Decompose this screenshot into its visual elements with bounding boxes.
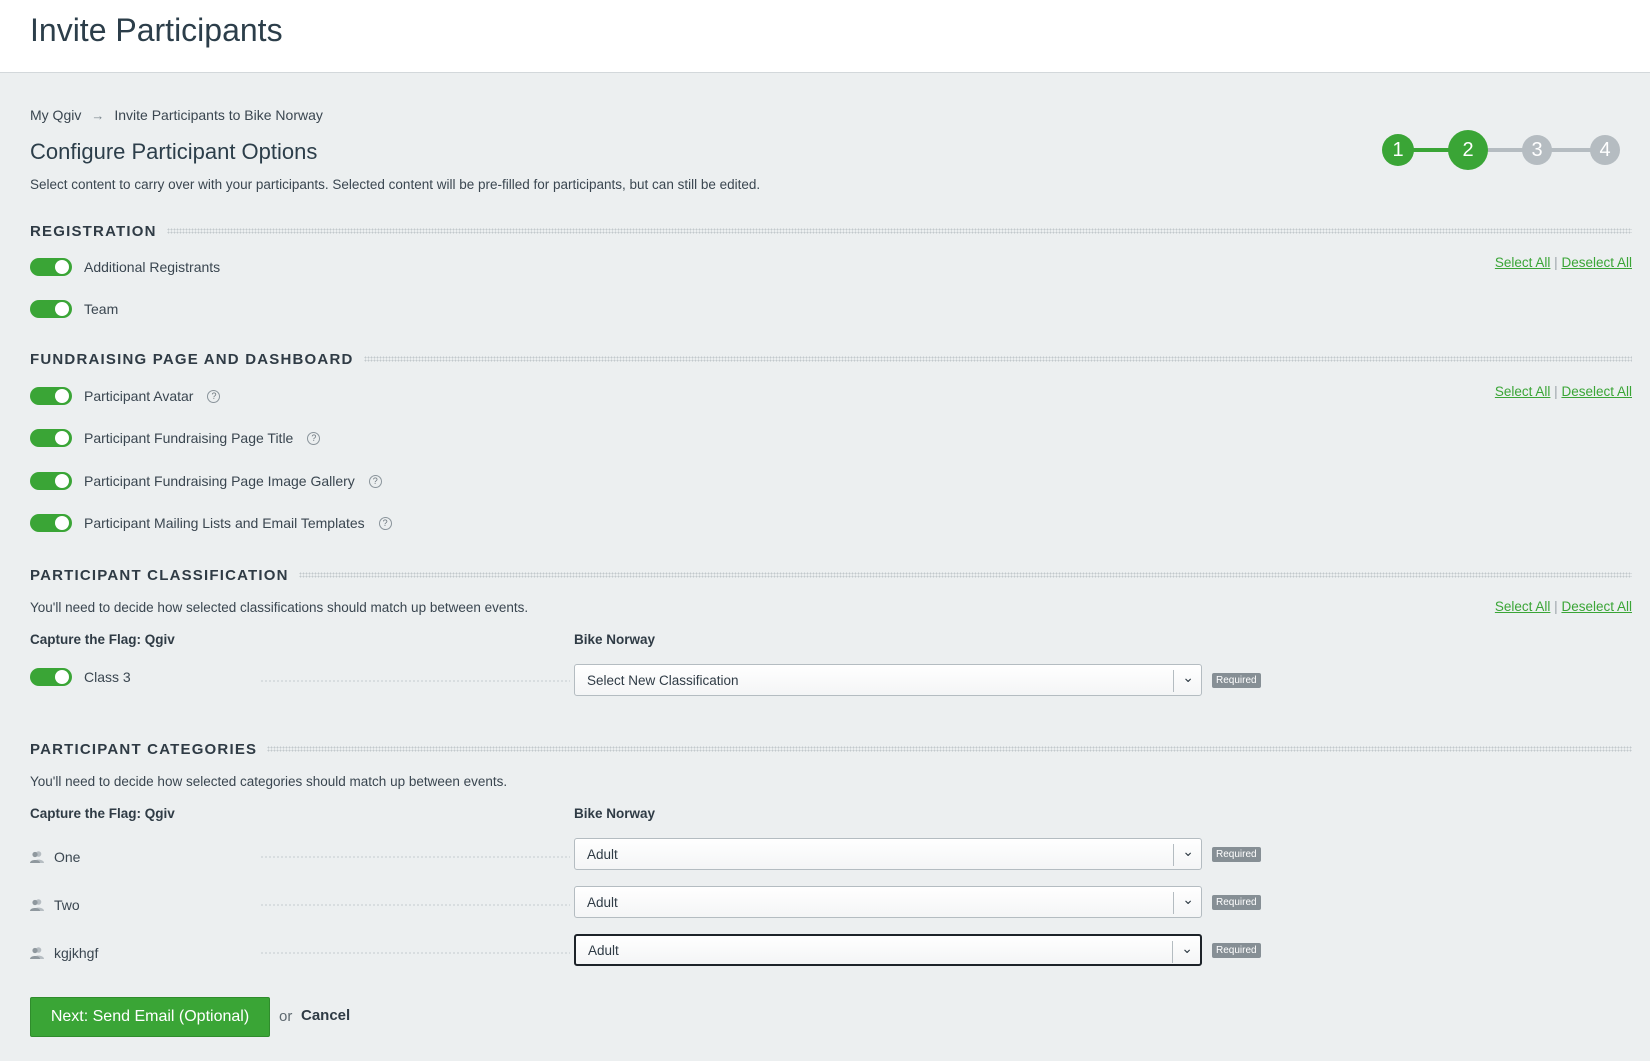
cancel-link[interactable]: Cancel <box>301 1007 350 1024</box>
section-divider <box>363 356 1632 362</box>
registration-header: REGISTRATION <box>30 221 1632 241</box>
category-row: kgjkhgf <box>30 945 98 961</box>
breadcrumb-current: Invite Participants to Bike Norway <box>114 107 323 123</box>
chevron-down-icon: ⌄ <box>1182 891 1194 907</box>
step-1: 1 <box>1382 134 1414 166</box>
toggle-label: Class 3 <box>84 669 131 685</box>
required-badge: Required <box>1212 673 1261 688</box>
toggle-class-3[interactable] <box>30 668 72 686</box>
row-connector <box>260 680 570 682</box>
categories-header: PARTICIPANT CATEGORIES <box>30 739 1632 759</box>
select-all-link[interactable]: Select All <box>1495 255 1551 270</box>
select-value: Adult <box>587 846 618 862</box>
breadcrumb-home-link[interactable]: My Qgiv <box>30 107 81 123</box>
section-divider <box>267 746 1632 752</box>
category-row: One <box>30 849 80 865</box>
select-all-link[interactable]: Select All <box>1495 599 1551 614</box>
step-4: 4 <box>1590 135 1620 165</box>
page-title: Invite Participants <box>30 12 283 48</box>
deselect-all-link[interactable]: Deselect All <box>1561 599 1632 614</box>
breadcrumb: My Qgiv → Invite Participants to Bike No… <box>30 107 323 123</box>
toggle-row: Participant Fundraising Page Image Galle… <box>30 472 382 490</box>
required-badge: Required <box>1212 895 1261 910</box>
next-send-email-button[interactable]: Next: Send Email (Optional) <box>30 997 270 1037</box>
help-icon[interactable]: ? <box>307 431 321 445</box>
row-connector <box>260 856 570 858</box>
toggle-label: Team <box>84 301 119 317</box>
toggle-team[interactable] <box>30 300 72 318</box>
chevron-down-icon: ⌄ <box>1182 669 1194 685</box>
step-3: 3 <box>1522 135 1552 165</box>
toggle-label: Participant Fundraising Page Title <box>84 430 294 446</box>
category-select-one[interactable]: Adult ⌄ <box>574 838 1202 870</box>
categories-title: PARTICIPANT CATEGORIES <box>30 740 258 758</box>
classification-select-links: Select All | Deselect All <box>1495 599 1632 614</box>
section-heading: Configure Participant Options <box>30 139 318 164</box>
link-separator: | <box>1554 384 1558 399</box>
toggle-image-gallery[interactable] <box>30 472 72 490</box>
classification-select[interactable]: Select New Classification ⌄ <box>574 664 1202 696</box>
category-label: kgjkhgf <box>54 945 99 961</box>
chevron-down-icon: ⌄ <box>1182 843 1194 859</box>
intro-text: Select content to carry over with your p… <box>30 177 761 192</box>
toggle-participant-avatar[interactable] <box>30 387 72 405</box>
category-select-two[interactable]: Adult ⌄ <box>574 886 1202 918</box>
source-column-header: Capture the Flag: Qgiv <box>30 632 175 647</box>
person-icon <box>30 947 44 959</box>
person-icon <box>30 899 44 911</box>
toggle-row: Participant Mailing Lists and Email Temp… <box>30 514 392 532</box>
toggle-row: Team <box>30 300 118 318</box>
person-icon <box>30 851 44 863</box>
select-value: Adult <box>587 894 618 910</box>
toggle-additional-registrants[interactable] <box>30 258 72 276</box>
category-label: Two <box>54 897 80 913</box>
target-column-header: Bike Norway <box>574 806 656 821</box>
deselect-all-link[interactable]: Deselect All <box>1561 255 1632 270</box>
select-value: Select New Classification <box>587 672 739 688</box>
link-separator: | <box>1554 599 1558 614</box>
classification-header: PARTICIPANT CLASSIFICATION <box>30 565 1632 585</box>
progress-stepper: 1 2 3 4 <box>1382 130 1622 170</box>
select-value: Adult <box>588 942 619 958</box>
target-column-header: Bike Norway <box>574 632 656 647</box>
section-divider <box>166 228 1632 234</box>
help-icon[interactable]: ? <box>378 516 392 530</box>
help-icon[interactable]: ? <box>207 389 221 403</box>
fundraising-header: FUNDRAISING PAGE AND DASHBOARD <box>30 349 1632 369</box>
section-divider <box>298 572 1632 578</box>
categories-description: You'll need to decide how selected categ… <box>30 774 508 789</box>
help-icon[interactable]: ? <box>368 474 382 488</box>
classification-description: You'll need to decide how selected class… <box>30 600 529 615</box>
chevron-down-icon: ⌄ <box>1181 940 1193 956</box>
toggle-row: Participant Avatar ? <box>30 387 221 405</box>
toggle-label: Participant Fundraising Page Image Galle… <box>84 473 355 489</box>
step-2: 2 <box>1448 130 1488 170</box>
required-badge: Required <box>1212 943 1261 958</box>
row-connector <box>260 952 570 954</box>
category-label: One <box>54 849 81 865</box>
fundraising-title: FUNDRAISING PAGE AND DASHBOARD <box>30 350 354 368</box>
registration-title: REGISTRATION <box>30 222 157 240</box>
toggle-row: Class 3 <box>30 668 131 686</box>
toggle-row: Participant Fundraising Page Title ? <box>30 429 321 447</box>
toggle-page-title[interactable] <box>30 429 72 447</box>
arrow-right-icon: → <box>91 107 105 123</box>
deselect-all-link[interactable]: Deselect All <box>1561 384 1632 399</box>
category-select-kgjkhgf[interactable]: Adult ⌄ <box>574 934 1202 966</box>
or-text: or <box>279 1008 293 1025</box>
link-separator: | <box>1554 255 1558 270</box>
row-connector <box>260 904 570 906</box>
category-row: Two <box>30 897 80 913</box>
classification-title: PARTICIPANT CLASSIFICATION <box>30 566 289 584</box>
toggle-label: Additional Registrants <box>84 259 221 275</box>
toggle-label: Participant Avatar <box>84 388 194 404</box>
select-all-link[interactable]: Select All <box>1495 384 1551 399</box>
toggle-row: Additional Registrants <box>30 258 220 276</box>
registration-select-links: Select All | Deselect All <box>1495 255 1632 270</box>
required-badge: Required <box>1212 847 1261 862</box>
toggle-label: Participant Mailing Lists and Email Temp… <box>84 515 365 531</box>
toggle-mailing-lists[interactable] <box>30 514 72 532</box>
source-column-header: Capture the Flag: Qgiv <box>30 806 175 821</box>
fundraising-select-links: Select All | Deselect All <box>1495 384 1632 399</box>
